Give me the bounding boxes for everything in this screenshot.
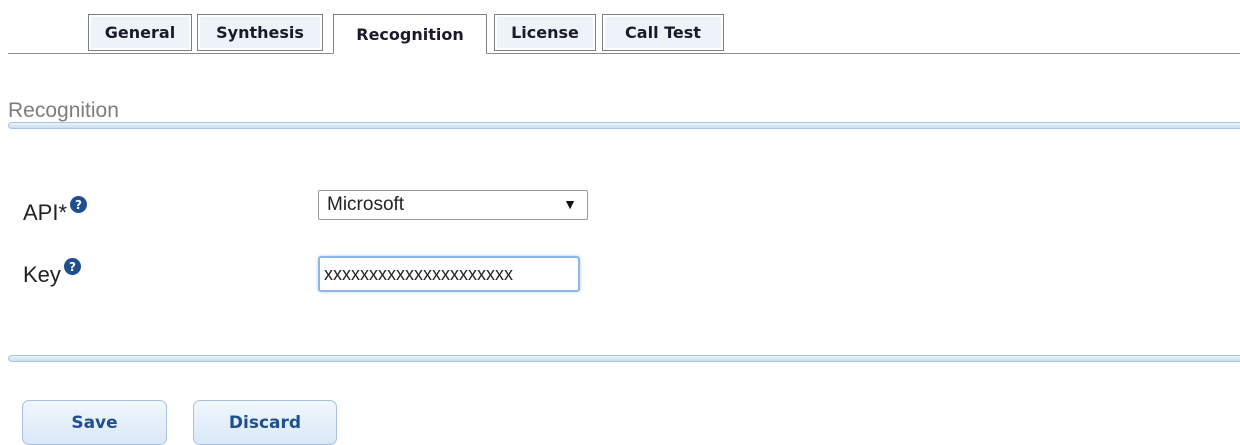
section-title: Recognition [8, 99, 119, 122]
key-label-row: Key ? [23, 258, 81, 288]
tab-license[interactable]: License [494, 14, 596, 51]
tab-bar: General Synthesis Recognition License Ca… [0, 14, 1240, 54]
question-circle-icon[interactable]: ? [70, 196, 88, 213]
api-label: API* [23, 200, 68, 225]
discard-button[interactable]: Discard [193, 400, 337, 445]
tab-call-test[interactable]: Call Test [602, 14, 724, 51]
question-circle-icon[interactable]: ? [63, 258, 81, 275]
tab-synthesis[interactable]: Synthesis [197, 14, 323, 51]
section-divider-top [8, 122, 1240, 129]
api-label-row: API* ? [23, 196, 88, 226]
api-select-value: Microsoft [327, 194, 405, 215]
save-button[interactable]: Save [22, 400, 167, 445]
tab-general[interactable]: General [88, 14, 192, 51]
api-select[interactable]: Microsoft ▼ [318, 190, 588, 220]
chevron-down-icon: ▼ [563, 196, 577, 212]
key-input[interactable] [318, 256, 580, 292]
key-label: Key [23, 262, 61, 287]
section-divider-bottom [8, 355, 1240, 362]
tab-recognition[interactable]: Recognition [333, 14, 487, 54]
tab-baseline [8, 53, 1240, 54]
